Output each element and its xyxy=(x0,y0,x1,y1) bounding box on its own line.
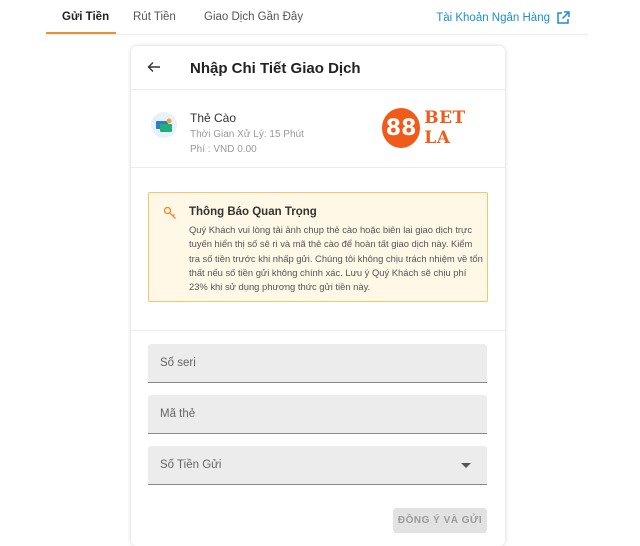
transaction-card: Nhập Chi Tiết Giao Dịch Thẻ Cào Thời Gia… xyxy=(131,46,505,546)
bank-account-link-label: Tài Khoản Ngân Hàng xyxy=(436,12,550,24)
submit-button[interactable]: ĐỒNG Ý VÀ GỬI xyxy=(393,508,487,533)
tab-recent-transactions[interactable]: Giao Dịch Gần Đây xyxy=(204,11,303,23)
deposit-amount-select[interactable]: Số Tiền Gửi xyxy=(148,446,487,485)
tab-divider xyxy=(46,34,588,35)
logo-badge: 88 xyxy=(382,108,421,148)
bank-account-link[interactable]: Tài Khoản Ngân Hàng xyxy=(436,11,570,25)
card-code-field[interactable]: Mã thẻ xyxy=(148,395,487,434)
deposit-amount-placeholder: Số Tiền Gửi xyxy=(160,459,222,471)
wrench-icon xyxy=(163,206,176,219)
serial-number-placeholder: Số seri xyxy=(160,357,196,369)
top-navigation: Gửi Tiền Rút Tiền Giao Dịch Gần Đây Tài … xyxy=(0,0,640,36)
external-link-icon xyxy=(557,11,570,24)
brand-logo: 88 BET LA xyxy=(382,108,495,148)
method-fee: Phí : VND 0.00 xyxy=(190,144,257,155)
tab-deposit[interactable]: Gửi Tiền xyxy=(62,11,109,23)
notice-body: Quý Khách vui lòng tải ảnh chụp thẻ cào … xyxy=(189,224,483,293)
tab-withdraw[interactable]: Rút Tiền xyxy=(133,11,176,23)
page-title: Nhập Chi Tiết Giao Dịch xyxy=(190,60,361,77)
payment-method-row: Thẻ Cào Thời Gian Xử Lý: 15 Phút Phí : V… xyxy=(131,90,505,168)
back-arrow-icon[interactable] xyxy=(147,60,161,74)
section-divider xyxy=(131,330,505,331)
scratch-card-icon xyxy=(151,112,177,138)
serial-number-field[interactable]: Số seri xyxy=(148,344,487,383)
logo-text: BET LA xyxy=(424,108,466,148)
important-notice: Thông Báo Quan Trọng Quý Khách vui lòng … xyxy=(148,192,488,302)
dropdown-caret-icon xyxy=(461,463,471,468)
method-name: Thẻ Cào xyxy=(190,111,237,125)
card-header: Nhập Chi Tiết Giao Dịch xyxy=(131,46,505,90)
notice-title: Thông Báo Quan Trọng xyxy=(189,206,317,218)
card-code-placeholder: Mã thẻ xyxy=(160,408,196,420)
processing-time: Thời Gian Xử Lý: 15 Phút xyxy=(190,129,304,140)
